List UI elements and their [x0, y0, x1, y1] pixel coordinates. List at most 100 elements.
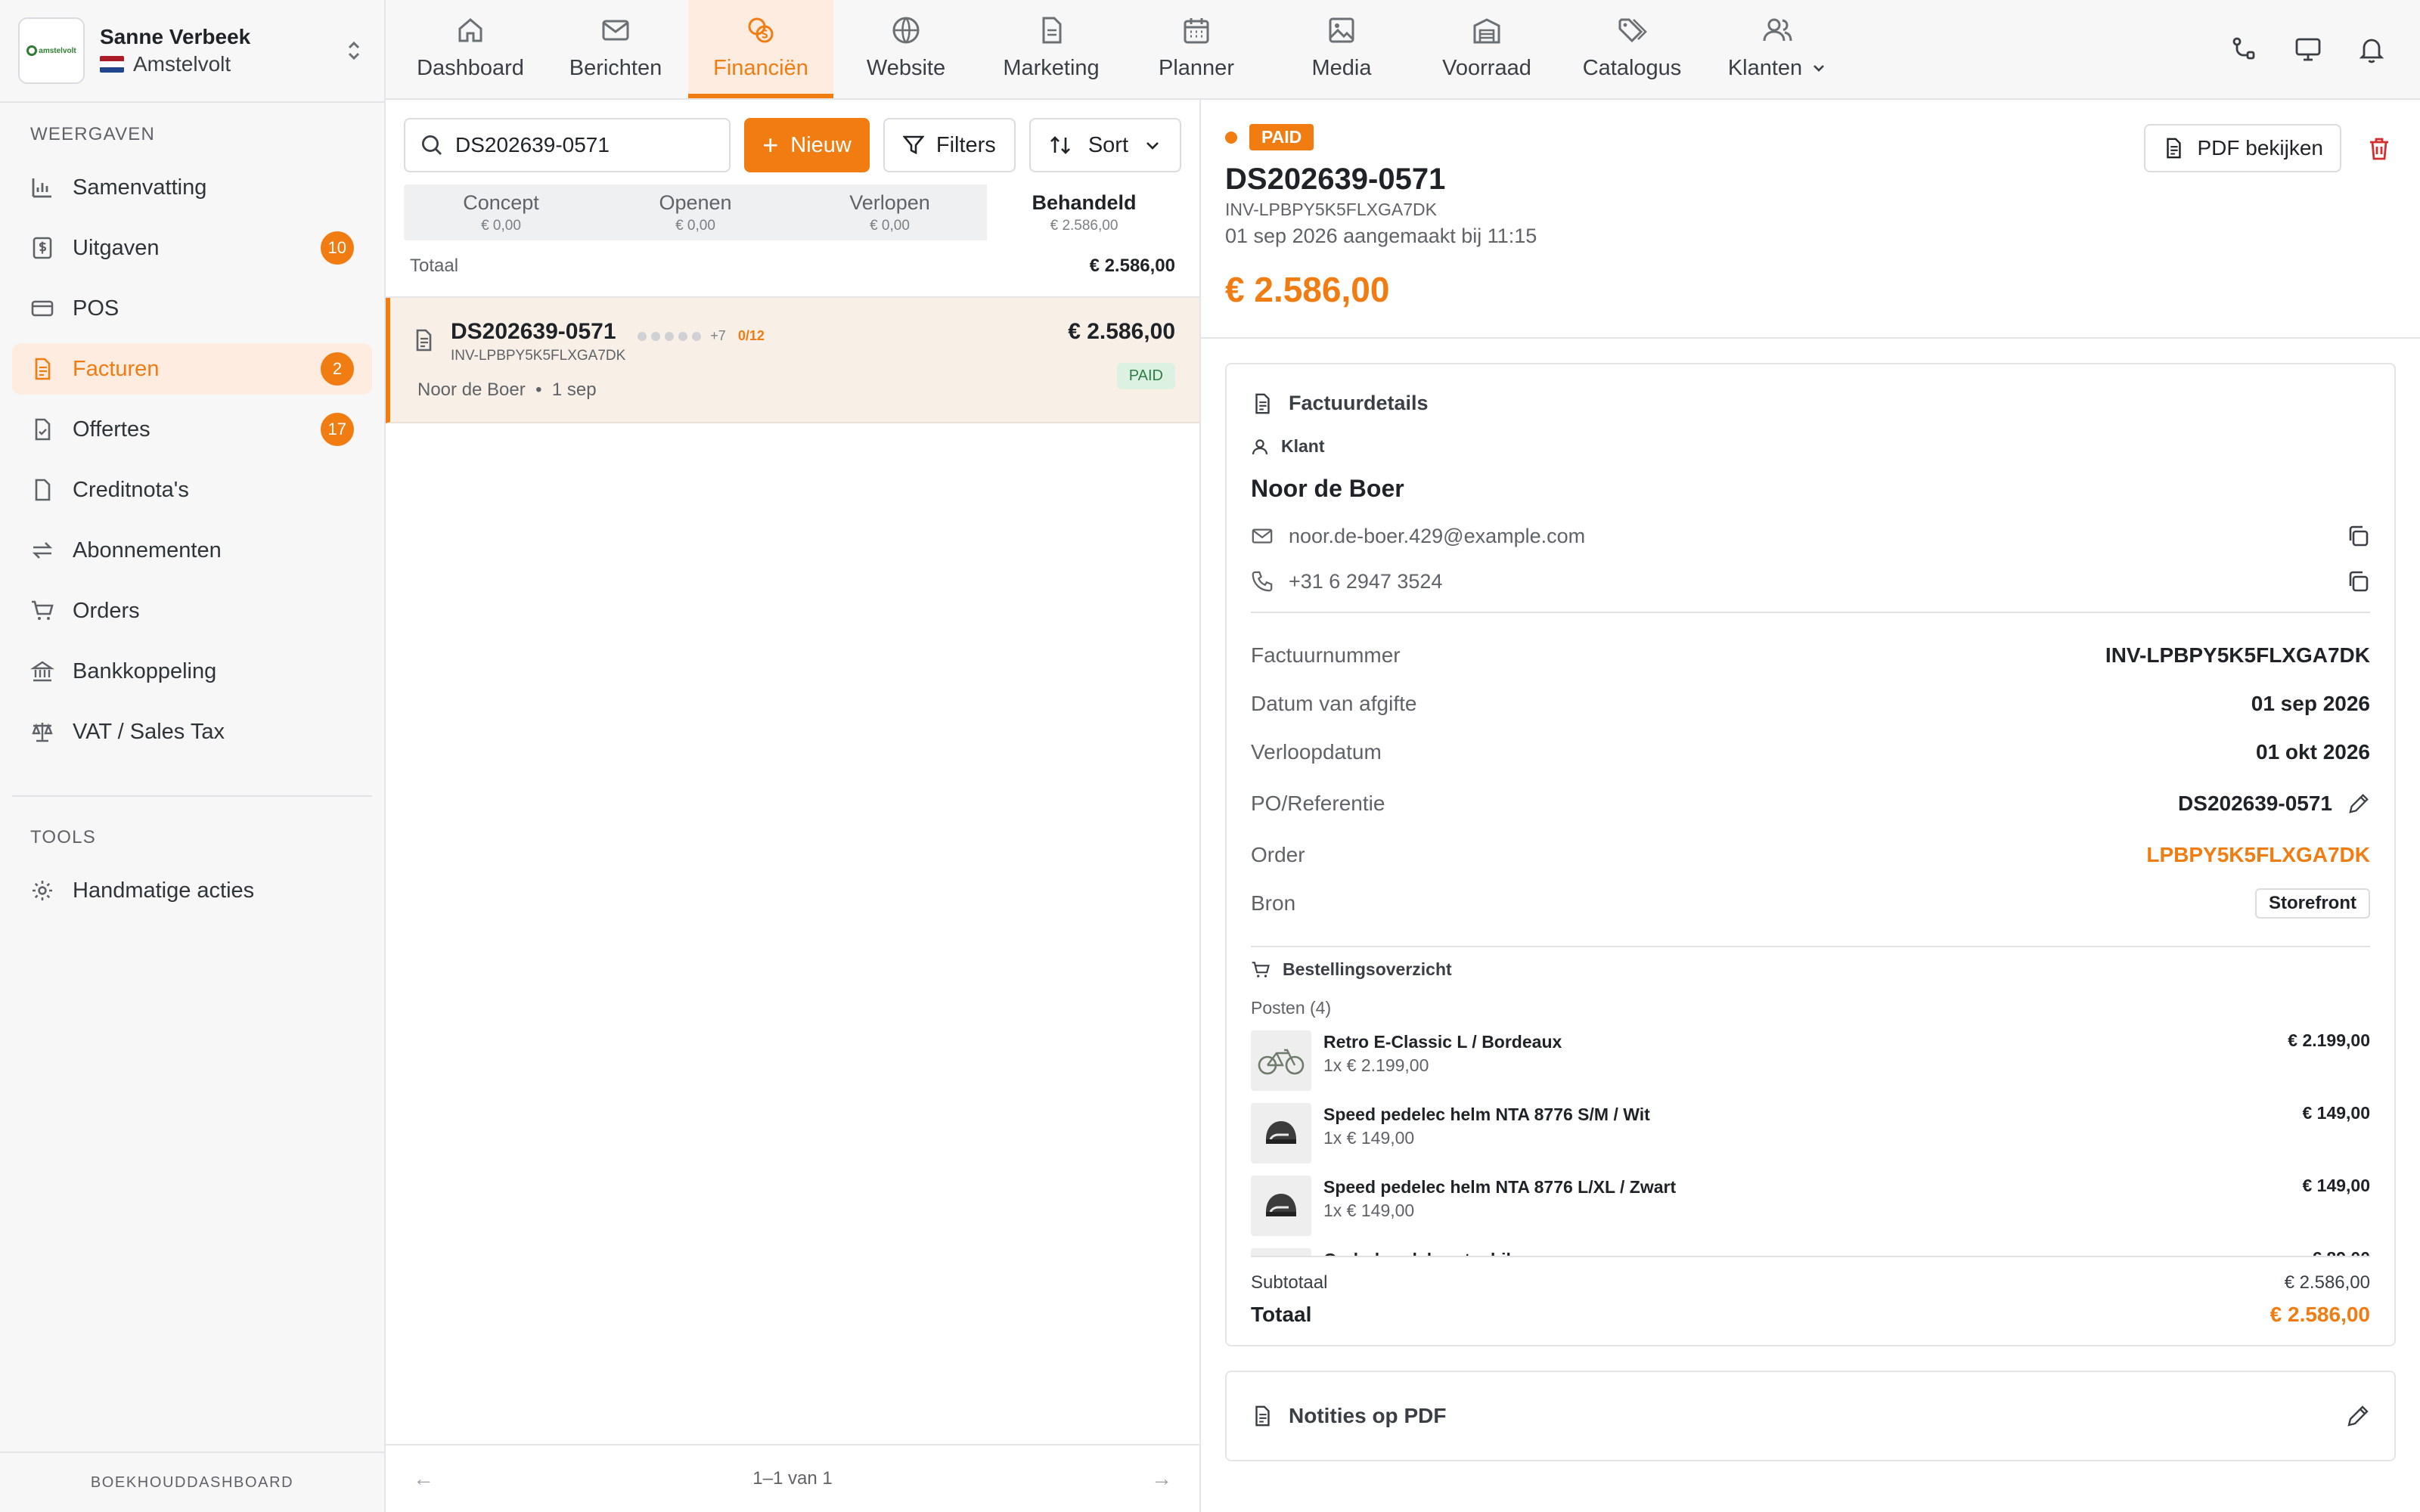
invoice-number: DS202639-0571 — [451, 319, 616, 344]
globe-icon — [892, 17, 920, 43]
invoice-amount: € 2.586,00 — [1068, 319, 1175, 344]
field-due-date: Verloopdatum 01 okt 2026 — [1251, 740, 2370, 764]
tab-behandeld[interactable]: Behandeld € 2.586,00 — [987, 184, 1181, 240]
sidebar-item-offertes[interactable]: Offertes 17 — [12, 404, 372, 455]
sidebar-footer-dashboard-link[interactable]: BOEKHOUDDASHBOARD — [0, 1452, 384, 1512]
chart-icon — [30, 175, 54, 200]
status-badge: PAID — [1116, 363, 1175, 389]
tab-financien[interactable]: Financiën — [688, 0, 833, 98]
payment-progress: +7 0/12 — [638, 328, 765, 344]
section-label-views: WEERGAVEN — [30, 124, 156, 144]
sort-icon — [1050, 136, 1070, 154]
invoice-total-amount: € 2.586,00 — [1225, 270, 1390, 309]
copy-icon[interactable] — [2346, 524, 2370, 548]
field-source: Bron Storefront — [1251, 879, 2370, 928]
document-icon — [416, 329, 432, 352]
field-po-reference: PO/Referentie DS202639-0571 — [1251, 776, 2370, 831]
line-item: Onderhoudsbeurt e-bike € 89,00 — [1251, 1248, 2370, 1256]
invoice-reference: INV-LPBPY5K5FLXGA7DK — [1225, 200, 1437, 219]
tab-planner[interactable]: Planner — [1124, 0, 1269, 98]
grand-total-row: Totaal € 2.586,00 — [1251, 1303, 2370, 1326]
sidebar-item-orders[interactable]: Orders — [12, 585, 372, 637]
tab-openen[interactable]: Openen € 0,00 — [598, 184, 793, 240]
line-item: Speed pedelec helm NTA 8776 S/M / Wit 1x… — [1251, 1103, 2370, 1163]
divider — [1251, 612, 2370, 613]
view-pdf-button[interactable]: PDF bekijken — [2144, 124, 2341, 172]
sidebar-item-label: Abonnementen — [73, 538, 222, 562]
new-invoice-button[interactable]: + Nieuw — [744, 118, 870, 172]
monitor-icon[interactable] — [2293, 34, 2323, 64]
status-tabs: Concept € 0,00 Openen € 0,00 Verlopen € 0,0… — [404, 184, 1181, 240]
calendar-icon — [1184, 17, 1209, 43]
document-icon — [1042, 17, 1062, 43]
tab-dashboard[interactable]: Dashboard — [398, 0, 543, 98]
pagination-label: 1–1 van 1 — [752, 1468, 833, 1489]
items-count-label: Posten (4) — [1251, 998, 1332, 1018]
filters-button[interactable]: Filters — [883, 118, 1016, 172]
sidebar-item-pos[interactable]: POS — [12, 283, 372, 334]
tab-berichten[interactable]: Berichten — [543, 0, 688, 98]
account-switcher[interactable]: amstelvolt Sanne Verbeek Amstelvolt — [0, 0, 384, 103]
sidebar-item-facturen[interactable]: Facturen 2 — [12, 343, 372, 395]
tab-website[interactable]: Website — [833, 0, 979, 98]
bell-icon[interactable] — [2356, 34, 2387, 64]
trash-icon[interactable] — [2366, 135, 2393, 162]
sidebar-item-samenvatting[interactable]: Samenvatting — [12, 162, 372, 213]
sidebar-item-abonnementen[interactable]: Abonnementen — [12, 525, 372, 576]
client-phone: +31 6 2947 3524 — [1289, 569, 1443, 593]
divider — [1251, 946, 2370, 947]
tags-icon — [1618, 18, 1647, 42]
gear-icon — [30, 878, 54, 903]
tab-catalogus[interactable]: Catalogus — [1559, 0, 1705, 98]
sidebar-item-vat[interactable]: VAT / Sales Tax — [12, 706, 372, 758]
sort-button[interactable]: Sort — [1028, 118, 1181, 172]
tab-verlopen[interactable]: Verlopen € 0,00 — [793, 184, 987, 240]
detail-header: PAID DS202639-0571 INV-LPBPY5K5FLXGA7DK … — [1201, 100, 2420, 339]
pencil-icon[interactable] — [2346, 1404, 2370, 1428]
search-input[interactable] — [455, 133, 712, 157]
sidebar-item-handmatige-acties[interactable]: Handmatige acties — [12, 865, 372, 916]
client-email-row: noor.de-boer.429@example.com — [1251, 524, 2370, 548]
invoice-list-item[interactable]: DS202639-0571 INV-LPBPY5K5FLXGA7DK +7 0/… — [386, 298, 1199, 423]
line-items: Retro E-Classic L / Bordeaux 1x € 2.199,… — [1251, 1018, 2370, 1257]
scale-icon — [30, 720, 54, 744]
bike-icon — [1251, 1248, 1311, 1256]
sidebar-item-label: Orders — [73, 598, 140, 623]
repeat-icon — [30, 538, 54, 562]
sidebar-item-creditnotas[interactable]: Creditnota's — [12, 464, 372, 516]
line-item: Retro E-Classic L / Bordeaux 1x € 2.199,… — [1251, 1030, 2370, 1091]
divider — [12, 795, 372, 797]
next-page-button[interactable]: → — [1151, 1467, 1172, 1491]
document-icon — [30, 478, 54, 502]
home-icon — [458, 17, 482, 42]
invoice-details-card: Factuurdetails Klant Noor de Boer noor.d… — [1225, 363, 2396, 1346]
tab-voorraad[interactable]: Voorraad — [1414, 0, 1559, 98]
sidebar-item-bankkoppeling[interactable]: Bankkoppeling — [12, 646, 372, 697]
sidebar-item-label: Creditnota's — [73, 477, 189, 502]
prev-page-button[interactable]: ← — [413, 1467, 434, 1491]
tab-klanten[interactable]: Klanten — [1705, 0, 1850, 98]
chevron-updown-icon[interactable] — [345, 39, 366, 63]
tab-media[interactable]: Media — [1269, 0, 1414, 98]
users-icon — [1763, 18, 1792, 41]
pdf-notes-card: Notities op PDF — [1225, 1371, 2396, 1461]
document-icon — [1255, 1405, 1270, 1427]
search-box[interactable] — [404, 118, 731, 172]
workflow-icon[interactable] — [2229, 34, 2260, 64]
card-icon — [30, 296, 54, 321]
helmet-icon — [1251, 1103, 1311, 1163]
sidebar-item-uitgaven[interactable]: Uitgaven 10 — [12, 222, 372, 274]
tab-concept[interactable]: Concept € 0,00 — [404, 184, 598, 240]
invoice-reference: INV-LPBPY5K5FLXGA7DK — [451, 348, 626, 364]
count-badge: 10 — [320, 231, 354, 265]
sidebar-item-label: Samenvatting — [73, 175, 207, 200]
tab-marketing[interactable]: Marketing — [979, 0, 1124, 98]
cart-icon — [1252, 961, 1270, 978]
sidebar-item-label: Uitgaven — [73, 235, 160, 260]
document-icon — [2167, 138, 2182, 159]
copy-icon[interactable] — [2346, 569, 2370, 593]
order-overview-label: Bestellingsoverzicht — [1283, 959, 1452, 979]
client-name: Noor de Boer — [1251, 475, 1404, 502]
order-link[interactable]: LPBPY5K5FLXGA7DK — [2146, 843, 2370, 867]
pencil-icon[interactable] — [2347, 792, 2370, 815]
